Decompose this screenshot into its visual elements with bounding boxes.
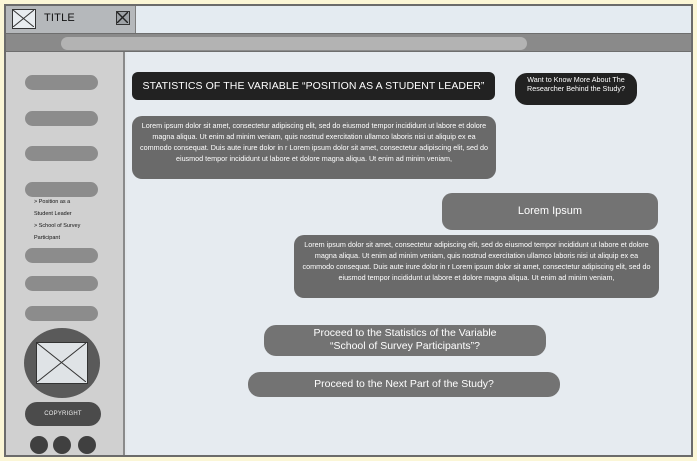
proceed-next-button[interactable]: Proceed to the Next Part of the Study?: [248, 372, 560, 397]
researcher-button[interactable]: Want to Know More About The Researcher B…: [515, 73, 637, 105]
tab-title: TITLE: [44, 12, 75, 24]
lorem-ipsum-heading: Lorem Ipsum: [442, 193, 658, 230]
sidebar: > Position as a Student Leader > School …: [6, 52, 125, 455]
url-input[interactable]: [61, 37, 527, 50]
stats-heading: STATISTICS OF THE VARIABLE “POSITION AS …: [132, 72, 495, 100]
copyright-badge: COPYRIGHT: [25, 402, 101, 426]
image-placeholder-icon: [12, 9, 36, 29]
submenu-item-school-line1[interactable]: > School of Survey: [34, 220, 80, 232]
proceed-school-line1: Proceed to the Statistics of the Variabl…: [313, 327, 497, 339]
app-window: TITLE > Position as a Student Leader > S…: [4, 4, 693, 457]
proceed-school-button[interactable]: Proceed to the Statistics of the Variabl…: [264, 325, 546, 356]
submenu-item-position-line1[interactable]: > Position as a: [34, 196, 80, 208]
pagination-dot-2[interactable]: [53, 436, 71, 454]
tab-bar: TITLE: [6, 6, 691, 33]
avatar: [24, 328, 100, 398]
sidebar-item-5[interactable]: [25, 248, 98, 263]
paragraph-1: Lorem ipsum dolor sit amet, consectetur …: [132, 116, 496, 179]
close-icon[interactable]: [116, 11, 130, 25]
sidebar-item-1[interactable]: [25, 75, 98, 90]
sidebar-item-2[interactable]: [25, 111, 98, 126]
sidebar-item-6[interactable]: [25, 276, 98, 291]
sidebar-item-3[interactable]: [25, 146, 98, 161]
pagination-dot-3[interactable]: [78, 436, 96, 454]
submenu-item-school-line2[interactable]: Participant: [34, 232, 80, 244]
sidebar-item-7[interactable]: [25, 306, 98, 321]
submenu-item-position-line2[interactable]: Student Leader: [34, 208, 80, 220]
address-bar: [6, 33, 691, 52]
sidebar-item-4[interactable]: [25, 182, 98, 197]
browser-tab[interactable]: TITLE: [6, 6, 136, 33]
image-placeholder-icon: [36, 342, 88, 384]
pagination-dot-1[interactable]: [30, 436, 48, 454]
main-content: STATISTICS OF THE VARIABLE “POSITION AS …: [127, 52, 691, 455]
proceed-school-line2: “School of Survey Participants”?: [330, 340, 480, 352]
sidebar-submenu: > Position as a Student Leader > School …: [34, 196, 80, 244]
paragraph-2: Lorem ipsum dolor sit amet, consectetur …: [294, 235, 659, 298]
